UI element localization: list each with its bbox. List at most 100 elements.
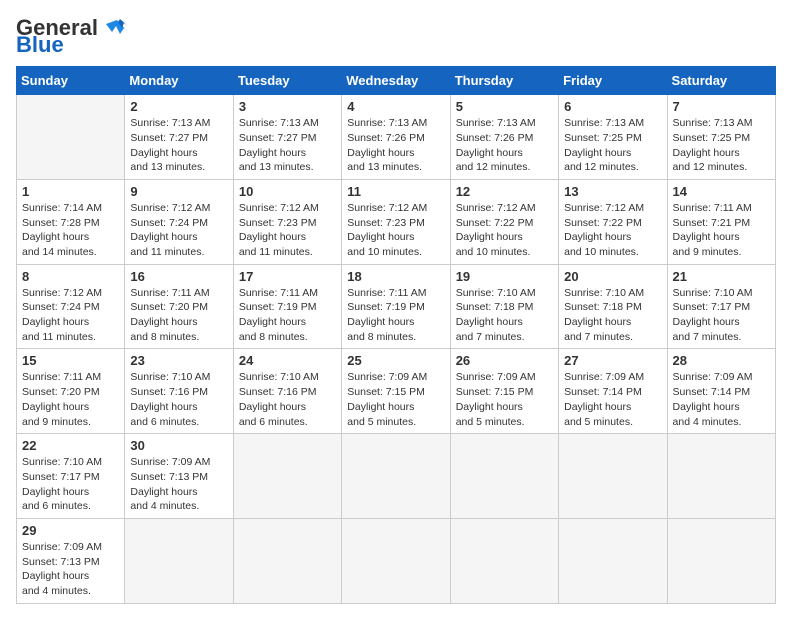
calendar-empty-cell [233, 434, 341, 519]
day-number: 13 [564, 184, 661, 199]
day-number: 21 [673, 269, 770, 284]
day-info: Sunrise: 7:10 AMSunset: 7:16 PMDaylight … [239, 370, 336, 429]
calendar-empty-cell [559, 518, 667, 603]
calendar-empty-cell [342, 434, 450, 519]
day-info: Sunrise: 7:13 AMSunset: 7:26 PMDaylight … [347, 116, 444, 175]
day-header-thursday: Thursday [450, 67, 558, 95]
calendar-day-21: 21 Sunrise: 7:10 AMSunset: 7:17 PMDayligh… [667, 264, 775, 349]
day-number: 27 [564, 353, 661, 368]
calendar-day-20: 20 Sunrise: 7:10 AMSunset: 7:18 PMDayligh… [559, 264, 667, 349]
day-info: Sunrise: 7:11 AMSunset: 7:20 PMDaylight … [130, 286, 227, 345]
calendar-day-18: 18 Sunrise: 7:11 AMSunset: 7:19 PMDayligh… [342, 264, 450, 349]
day-number: 24 [239, 353, 336, 368]
day-number: 6 [564, 99, 661, 114]
day-info: Sunrise: 7:13 AMSunset: 7:26 PMDaylight … [456, 116, 553, 175]
calendar-day-16: 16 Sunrise: 7:11 AMSunset: 7:20 PMDayligh… [125, 264, 233, 349]
day-number: 23 [130, 353, 227, 368]
calendar-empty-cell [667, 518, 775, 603]
day-number: 16 [130, 269, 227, 284]
calendar-empty-cell [233, 518, 341, 603]
calendar-week-3: 8Sunrise: 7:12 AMSunset: 7:24 PMDaylight… [17, 264, 776, 349]
day-info: Sunrise: 7:10 AMSunset: 7:18 PMDaylight … [456, 286, 553, 345]
calendar-table: SundayMondayTuesdayWednesdayThursdayFrid… [16, 66, 776, 604]
calendar-day-13: 13Sunrise: 7:12 AMSunset: 7:22 PMDayligh… [559, 179, 667, 264]
calendar-day-23: 23 Sunrise: 7:10 AMSunset: 7:16 PMDayligh… [125, 349, 233, 434]
calendar-day-28: 28 Sunrise: 7:09 AMSunset: 7:14 PMDayligh… [667, 349, 775, 434]
day-info: Sunrise: 7:09 AMSunset: 7:13 PMDaylight … [130, 455, 227, 514]
calendar-day-24: 24 Sunrise: 7:10 AMSunset: 7:16 PMDayligh… [233, 349, 341, 434]
calendar-day-29: 29Sunrise: 7:09 AMSunset: 7:13 PMDayligh… [17, 518, 125, 603]
day-info: Sunrise: 7:11 AMSunset: 7:21 PMDaylight … [673, 201, 770, 260]
day-info: Sunrise: 7:12 AMSunset: 7:23 PMDaylight … [239, 201, 336, 260]
day-info: Sunrise: 7:13 AMSunset: 7:25 PMDaylight … [564, 116, 661, 175]
day-info: Sunrise: 7:09 AMSunset: 7:15 PMDaylight … [347, 370, 444, 429]
day-info: Sunrise: 7:14 AMSunset: 7:28 PMDaylight … [22, 201, 119, 260]
day-number: 8 [22, 269, 119, 284]
calendar-day-4: 4Sunrise: 7:13 AMSunset: 7:26 PMDaylight… [342, 95, 450, 180]
day-number: 7 [673, 99, 770, 114]
day-header-friday: Friday [559, 67, 667, 95]
calendar-empty-cell [559, 434, 667, 519]
day-number: 1 [22, 184, 119, 199]
day-number: 10 [239, 184, 336, 199]
day-info: Sunrise: 7:10 AMSunset: 7:17 PMDaylight … [22, 455, 119, 514]
calendar-empty-cell [17, 95, 125, 180]
calendar-day-17: 17Sunrise: 7:11 AMSunset: 7:19 PMDayligh… [233, 264, 341, 349]
day-info: Sunrise: 7:13 AMSunset: 7:27 PMDaylight … [239, 116, 336, 175]
calendar-week-2: 1 Sunrise: 7:14 AMSunset: 7:28 PMDaylight… [17, 179, 776, 264]
calendar-day-19: 19 Sunrise: 7:10 AMSunset: 7:18 PMDayligh… [450, 264, 558, 349]
calendar-day-25: 25 Sunrise: 7:09 AMSunset: 7:15 PMDayligh… [342, 349, 450, 434]
day-info: Sunrise: 7:12 AMSunset: 7:23 PMDaylight … [347, 201, 444, 260]
day-info: Sunrise: 7:12 AMSunset: 7:24 PMDaylight … [130, 201, 227, 260]
calendar-day-30: 30 Sunrise: 7:09 AMSunset: 7:13 PMDayligh… [125, 434, 233, 519]
day-info: Sunrise: 7:13 AMSunset: 7:25 PMDaylight … [673, 116, 770, 175]
day-number: 26 [456, 353, 553, 368]
day-info: Sunrise: 7:10 AMSunset: 7:16 PMDaylight … [130, 370, 227, 429]
day-number: 30 [130, 438, 227, 453]
calendar-day-8: 8Sunrise: 7:12 AMSunset: 7:24 PMDaylight… [17, 264, 125, 349]
day-info: Sunrise: 7:10 AMSunset: 7:17 PMDaylight … [673, 286, 770, 345]
day-number: 22 [22, 438, 119, 453]
calendar-day-3: 3 Sunrise: 7:13 AMSunset: 7:27 PMDaylight… [233, 95, 341, 180]
calendar-header-row: SundayMondayTuesdayWednesdayThursdayFrid… [17, 67, 776, 95]
calendar-week-6: 29Sunrise: 7:09 AMSunset: 7:13 PMDayligh… [17, 518, 776, 603]
day-number: 19 [456, 269, 553, 284]
calendar-day-22: 22 Sunrise: 7:10 AMSunset: 7:17 PMDayligh… [17, 434, 125, 519]
day-info: Sunrise: 7:09 AMSunset: 7:14 PMDaylight … [673, 370, 770, 429]
day-header-monday: Monday [125, 67, 233, 95]
day-number: 25 [347, 353, 444, 368]
day-number: 18 [347, 269, 444, 284]
day-number: 28 [673, 353, 770, 368]
day-info: Sunrise: 7:10 AMSunset: 7:18 PMDaylight … [564, 286, 661, 345]
day-number: 9 [130, 184, 227, 199]
day-number: 29 [22, 523, 119, 538]
day-info: Sunrise: 7:11 AMSunset: 7:19 PMDaylight … [239, 286, 336, 345]
day-number: 3 [239, 99, 336, 114]
calendar-empty-cell [450, 518, 558, 603]
page-header: General Blue [16, 16, 776, 58]
calendar-body: 2 Sunrise: 7:13 AMSunset: 7:27 PMDaylight… [17, 95, 776, 604]
day-number: 20 [564, 269, 661, 284]
day-info: Sunrise: 7:09 AMSunset: 7:15 PMDaylight … [456, 370, 553, 429]
day-info: Sunrise: 7:11 AMSunset: 7:19 PMDaylight … [347, 286, 444, 345]
calendar-day-11: 11Sunrise: 7:12 AMSunset: 7:23 PMDayligh… [342, 179, 450, 264]
calendar-day-15: 15Sunrise: 7:11 AMSunset: 7:20 PMDayligh… [17, 349, 125, 434]
calendar-week-1: 2 Sunrise: 7:13 AMSunset: 7:27 PMDaylight… [17, 95, 776, 180]
calendar-empty-cell [667, 434, 775, 519]
calendar-day-1: 1 Sunrise: 7:14 AMSunset: 7:28 PMDaylight… [17, 179, 125, 264]
calendar-day-10: 10 Sunrise: 7:12 AMSunset: 7:23 PMDayligh… [233, 179, 341, 264]
calendar-day-9: 9 Sunrise: 7:12 AMSunset: 7:24 PMDaylight… [125, 179, 233, 264]
calendar-week-5: 22 Sunrise: 7:10 AMSunset: 7:17 PMDayligh… [17, 434, 776, 519]
day-header-saturday: Saturday [667, 67, 775, 95]
calendar-empty-cell [450, 434, 558, 519]
calendar-day-2: 2 Sunrise: 7:13 AMSunset: 7:27 PMDaylight… [125, 95, 233, 180]
calendar-day-14: 14 Sunrise: 7:11 AMSunset: 7:21 PMDayligh… [667, 179, 775, 264]
day-number: 2 [130, 99, 227, 114]
day-info: Sunrise: 7:13 AMSunset: 7:27 PMDaylight … [130, 116, 227, 175]
day-info: Sunrise: 7:12 AMSunset: 7:22 PMDaylight … [456, 201, 553, 260]
day-header-tuesday: Tuesday [233, 67, 341, 95]
day-number: 14 [673, 184, 770, 199]
calendar-day-12: 12 Sunrise: 7:12 AMSunset: 7:22 PMDayligh… [450, 179, 558, 264]
day-number: 12 [456, 184, 553, 199]
day-info: Sunrise: 7:11 AMSunset: 7:20 PMDaylight … [22, 370, 119, 429]
